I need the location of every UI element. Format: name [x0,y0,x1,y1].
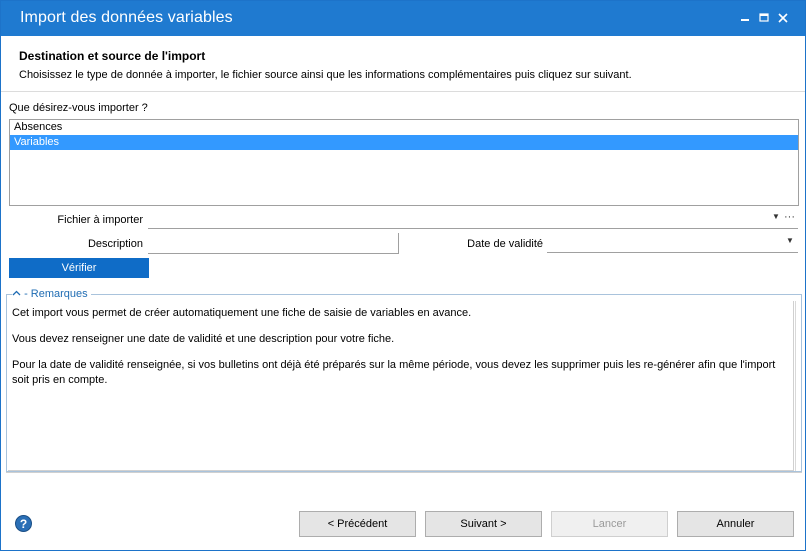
remarks-textarea[interactable]: Cet import vous permet de créer automati… [8,301,794,471]
browse-ellipsis-icon[interactable]: ··· [784,211,795,223]
page-subtitle: Choisissez le type de donnée à importer,… [19,69,632,81]
list-item-absences[interactable]: Absences [10,120,798,135]
remark-paragraph: Pour la date de validité renseignée, si … [12,359,776,386]
next-button[interactable]: Suivant > [425,511,542,537]
remarks-scrollbar[interactable] [795,301,801,471]
remarks-group-top-border [6,294,802,295]
import-dialog: Import des données variables Destination… [0,0,806,551]
remarks-legend-label: - Remarques [24,288,88,300]
header-divider [1,91,805,92]
page-title: Destination et source de l'import [19,49,206,63]
import-type-question: Que désirez-vous importer ? [9,102,148,114]
description-input[interactable] [148,233,399,254]
chevron-down-icon[interactable]: ▼ [785,236,795,245]
footer-divider [6,472,802,473]
import-type-listbox[interactable]: Absences Variables [9,119,799,206]
help-icon[interactable]: ? [15,515,32,532]
verify-button[interactable]: Vérifier [9,258,149,278]
file-label: Fichier à importer [57,214,143,226]
description-label: Description [87,238,143,250]
chevron-up-icon[interactable] [12,288,24,300]
cancel-button[interactable]: Annuler [677,511,794,537]
remarks-legend[interactable]: - Remarques [12,288,91,300]
list-item-variables[interactable]: Variables [10,135,798,150]
validity-date-picker[interactable]: ▼ [547,233,798,253]
minimize-icon[interactable] [737,10,753,26]
remark-paragraph: Cet import vous permet de créer automati… [12,307,472,319]
window-title: Import des données variables [20,9,233,26]
remark-paragraph: Vous devez renseigner une date de validi… [12,333,395,345]
maximize-icon[interactable] [756,10,772,26]
title-bar[interactable]: Import des données variables [1,1,805,36]
validity-date-label: Date de validité [467,238,543,250]
previous-button[interactable]: < Précédent [299,511,416,537]
chevron-down-icon[interactable]: ▼ [771,212,781,221]
launch-button[interactable]: Lancer [551,511,668,537]
file-combobox[interactable]: ▼ ··· [148,209,798,229]
close-icon[interactable] [775,10,791,26]
